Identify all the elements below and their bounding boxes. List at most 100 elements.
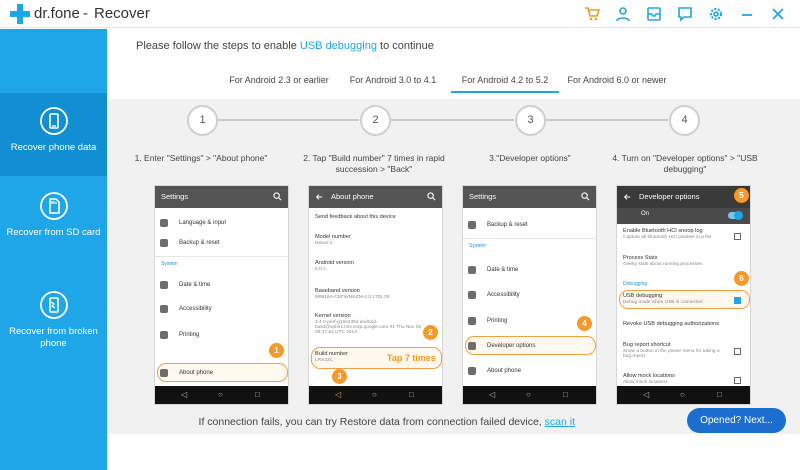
sidebar-item-recover-phone-data[interactable]: Recover phone data [0,93,107,176]
search-icon [273,192,282,201]
row-label: About phone [487,368,522,374]
item-value: 5.0.1 [315,267,326,272]
arrow-back-icon [623,194,631,200]
step-badge-6: 6 [734,271,749,286]
settings-row: Printing [155,326,288,344]
phone-header: Settings [463,186,596,208]
item-sub: Geeky stats about running processes [623,262,703,267]
globe-icon [160,219,168,227]
clock-icon [468,266,476,274]
dev-item: Revoke USB debugging authorizations [623,321,743,327]
item-value: Nexus 4 [315,241,333,246]
dev-item: Allow mock locations Allow mock locations [623,373,743,385]
phone-nav-bar: ◁ ○ □ [155,386,288,404]
scan-it-link[interactable]: scan it [545,416,575,428]
item-value: 3.4.0-perf-g16e235d android-build@vpbs1.… [315,320,422,335]
item-sub: Debug mode when USB is connected [623,300,703,305]
settings-icon[interactable] [702,0,730,28]
step-connector [218,119,359,121]
instruction-suffix: to continue [380,40,434,52]
row-label: Developer options [487,343,536,349]
bug-report-checkbox[interactable] [734,348,741,355]
settings-row: Backup & reset [463,216,596,234]
row-label: About phone [179,370,214,376]
app-mode: Recover [94,5,150,22]
printer-icon [468,317,476,325]
tab-android-6-0[interactable]: For Android 6.0 or newer [562,73,672,93]
cart-icon[interactable] [578,0,606,28]
phone-title: Developer options [639,192,700,201]
step-circle-4: 4 [669,105,700,136]
item-sub: Allow mock locations [623,380,668,385]
step-circle-3: 3 [515,105,546,136]
phone-title: About phone [331,192,374,201]
title-bar: dr.fone - Recover [0,0,800,28]
step-badge-2: 2 [423,325,438,340]
sidebar-label: Recover from broken phone [9,326,98,349]
footer-text: If connection fails, you can try Restore… [107,416,687,428]
recents-icon: □ [409,390,414,399]
item-sub: Capture all bluetooth HCI packets in a f… [623,235,712,240]
phone-title: Settings [161,192,189,201]
item-title: USB debugging [623,293,663,299]
clock-icon [160,281,168,289]
back-icon[interactable]: ◁ [335,390,341,399]
step-badge-3: 3 [332,369,347,384]
tab-android-3-0[interactable]: For Android 3.0 to 4.1 [338,73,448,93]
feedback-icon[interactable] [671,0,699,28]
settings-row-about-phone[interactable]: About phone [155,364,288,382]
home-icon: ○ [372,390,377,399]
minimize-icon[interactable] [733,0,761,28]
settings-row: Date & time [463,261,596,279]
instruction-text: Please follow the steps to enable USB de… [136,40,434,52]
step-badge-5: 5 [734,188,749,203]
sidebar: Recover phone data Recover from SD card … [0,29,107,470]
search-icon [581,192,590,201]
step-connector [546,119,668,121]
item-title: Model number [315,234,351,240]
developer-toggle[interactable] [728,211,743,220]
usb-debugging-checkbox[interactable] [734,297,741,304]
mock-locations-checkbox[interactable] [734,377,741,384]
home-icon: ○ [526,390,531,399]
back-icon: ◁ [643,390,650,399]
item-title: Send feedback about this device [315,214,396,220]
phone-nav-bar: ◁ ○ □ [617,386,750,404]
item-title: Enable Bluetooth HCI snoop log [623,228,703,234]
titlebar-actions [575,0,800,28]
drfone-logo-icon [10,4,30,24]
title-separator: - [83,5,88,22]
item-title: Baseband version [315,288,360,294]
settings-row: Date & time [155,276,288,294]
row-label: Printing [179,332,200,338]
dev-item-usb-debugging[interactable]: USB debugging Debug mode when USB is conn… [623,293,743,305]
row-label: Printing [487,318,508,324]
hci-log-checkbox[interactable] [734,233,741,240]
step-title-2: 2. Tap "Build number" 7 times in rapid s… [303,153,445,174]
opened-next-button[interactable]: Opened? Next... [687,408,786,433]
usb-debugging-link[interactable]: USB debugging [300,40,377,52]
mail-icon[interactable] [640,0,668,28]
dev-item: Process Stats Geeky stats about running p… [623,255,743,267]
sidebar-item-recover-broken-phone[interactable]: Recover from broken phone [0,290,107,370]
dev-item: Enable Bluetooth HCI snoop log Capture al… [623,228,743,240]
row-label: Date & time [487,267,519,273]
close-icon[interactable] [764,0,792,28]
user-icon[interactable] [609,0,637,28]
item-sub: Show a button in the power menu for taki… [623,349,720,359]
tab-android-4-2[interactable]: For Android 4.2 to 5.2 [451,73,559,93]
tab-android-2-3[interactable]: For Android 2.3 or earlier [224,73,334,93]
instruction-prefix: Please follow the steps to enable [136,40,297,52]
step-circle-2: 2 [360,105,391,136]
row-label: Backup & reset [179,240,220,246]
tap-7-times-label: Tap 7 times [387,353,436,363]
settings-row-developer-options[interactable]: Developer options [463,337,596,355]
app-window: dr.fone - Recover Recover phone data Rec… [0,0,800,470]
footer-message: If connection fails, you can try Restore… [198,416,542,428]
settings-row: About phone [463,362,596,380]
backup-icon [160,239,168,247]
broken-phone-icon [39,291,68,319]
phone-screen-about: About phone Send feedback about this dev… [308,185,443,405]
section-label: Debugging [623,281,648,287]
sidebar-item-recover-sd-card[interactable]: Recover from SD card [0,191,107,263]
